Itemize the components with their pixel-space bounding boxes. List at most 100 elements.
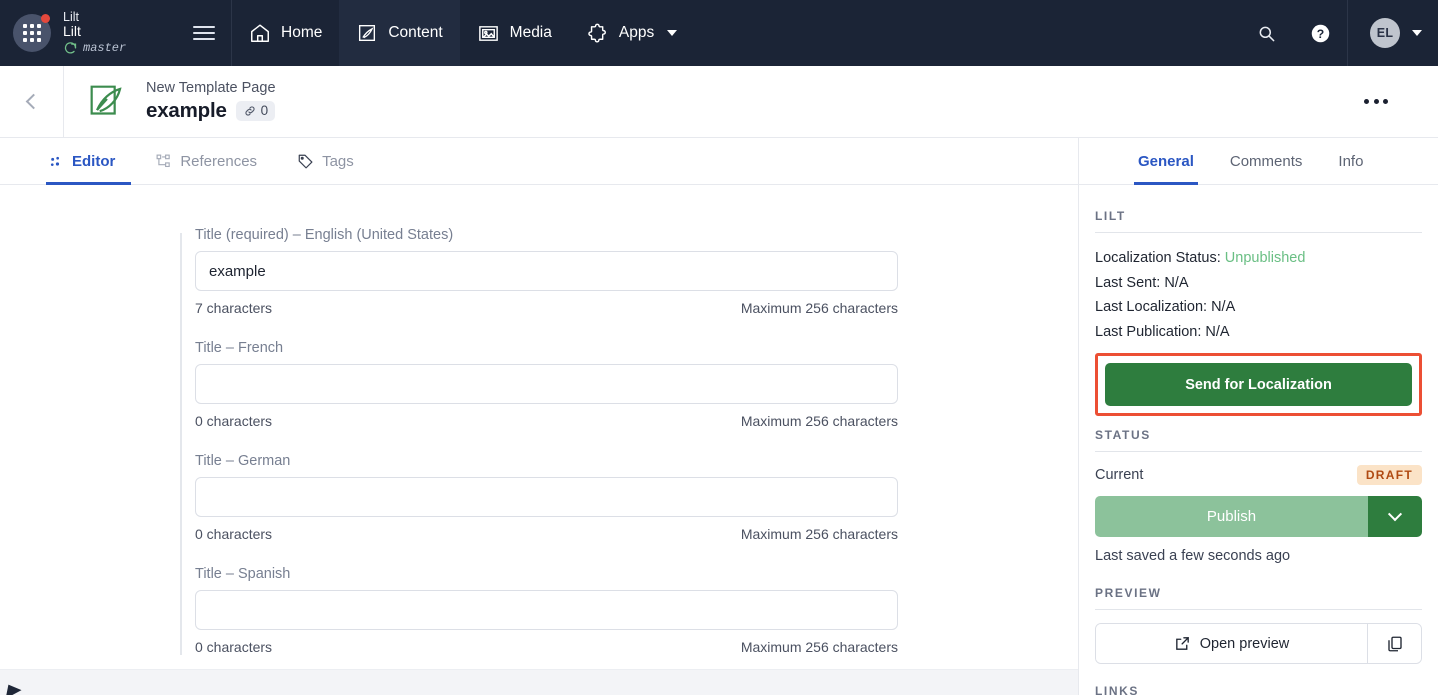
apps-grid-icon[interactable] <box>13 14 51 52</box>
publish-options-button[interactable] <box>1368 496 1422 537</box>
link-count-badge[interactable]: 0 <box>236 101 276 121</box>
tab-info[interactable]: Info <box>1334 153 1367 185</box>
spacer <box>1095 664 1422 684</box>
chevron-down-icon <box>1388 507 1402 521</box>
title-spanish-input[interactable] <box>195 590 898 630</box>
brand-project-label: Lilt <box>63 24 126 40</box>
field-meta: 0 characters Maximum 256 characters <box>195 526 898 542</box>
editor-form-scroll[interactable]: Title (required) – English (United State… <box>0 185 1078 695</box>
section-title-links: LINKS <box>1095 684 1422 695</box>
external-link-icon <box>1174 635 1191 652</box>
brand-text: Lilt Lilt master <box>63 10 126 56</box>
title-french-input[interactable] <box>195 364 898 404</box>
cursor-pointer-icon <box>0 680 21 695</box>
last-sent-line: Last Sent: N/A <box>1095 271 1422 296</box>
nav-item-media-label: Media <box>510 24 552 42</box>
section-title-status: STATUS <box>1095 428 1422 452</box>
current-status-label: Current <box>1095 467 1143 483</box>
preview-button-group: Open preview <box>1095 623 1422 664</box>
tab-editor[interactable]: Editor <box>46 153 131 185</box>
form-vertical-rail <box>180 233 182 655</box>
avatar: EL <box>1370 18 1400 48</box>
char-max: Maximum 256 characters <box>741 300 898 316</box>
copy-preview-link-button[interactable] <box>1367 624 1421 663</box>
primary-nav: Home Content Media <box>232 0 694 66</box>
field-label: Title (required) – English (United State… <box>195 227 898 243</box>
search-button[interactable] <box>1239 0 1293 66</box>
nav-item-media[interactable]: Media <box>460 0 569 66</box>
title-english-input[interactable] <box>195 251 898 291</box>
editor-tabstrip: Editor References Tags <box>0 138 1078 185</box>
tab-tags-label: Tags <box>322 153 354 170</box>
localization-status-line: Localization Status: Unpublished <box>1095 246 1422 271</box>
send-for-localization-button[interactable]: Send for Localization <box>1105 363 1412 406</box>
svg-text:?: ? <box>1316 26 1323 40</box>
sidebar-toggle-hamburger-icon[interactable] <box>193 26 215 40</box>
references-nodes-icon <box>155 153 172 170</box>
char-max: Maximum 256 characters <box>741 413 898 429</box>
topbar-spacer <box>694 0 1239 66</box>
field-title-spanish: Title – Spanish 0 characters Maximum 256… <box>195 566 898 655</box>
tab-general[interactable]: General <box>1134 153 1198 185</box>
field-title-english: Title (required) – English (United State… <box>195 227 898 316</box>
chevron-left-icon <box>26 94 42 110</box>
spacer <box>1095 564 1422 586</box>
nav-item-content-label: Content <box>388 24 442 42</box>
body-split: Editor References Tags <box>0 138 1438 695</box>
tab-comments[interactable]: Comments <box>1226 153 1307 185</box>
inspector-body: LILT Localization Status: Unpublished La… <box>1079 185 1438 695</box>
help-button[interactable]: ? <box>1293 0 1347 66</box>
page-title: example <box>146 99 227 124</box>
last-saved-note: Last saved a few seconds ago <box>1095 548 1422 564</box>
template-feather-icon <box>84 79 130 125</box>
notification-dot-icon <box>41 14 50 23</box>
nav-item-home-label: Home <box>281 24 322 42</box>
localization-status-value: Unpublished <box>1225 250 1306 266</box>
topbar-actions: ? EL <box>1239 0 1438 66</box>
branch-refresh-icon <box>63 41 78 56</box>
branch-row[interactable]: master <box>63 41 126 56</box>
search-icon <box>1257 24 1276 43</box>
publish-button[interactable]: Publish <box>1095 496 1368 537</box>
field-meta: 7 characters Maximum 256 characters <box>195 300 898 316</box>
tab-references-label: References <box>180 153 257 170</box>
publish-button-group: Publish <box>1095 496 1422 537</box>
page-kicker: New Template Page <box>146 80 276 97</box>
nav-item-apps[interactable]: Apps <box>569 0 694 66</box>
editor-footer-bar <box>0 669 1078 695</box>
title-german-input[interactable] <box>195 477 898 517</box>
field-title-french: Title – French 0 characters Maximum 256 … <box>195 340 898 429</box>
brand-zone[interactable]: Lilt Lilt master <box>0 0 231 66</box>
editor-pane: Editor References Tags <box>0 138 1079 695</box>
help-question-icon: ? <box>1310 23 1331 44</box>
tab-editor-label: Editor <box>72 153 115 170</box>
app-root: Lilt Lilt master Home <box>0 0 1438 695</box>
char-count: 0 characters <box>195 639 272 655</box>
puzzle-piece-icon <box>586 22 609 45</box>
link-icon <box>243 104 257 118</box>
section-title-preview: PREVIEW <box>1095 586 1422 610</box>
open-preview-button[interactable]: Open preview <box>1096 624 1367 663</box>
back-button[interactable] <box>0 66 64 138</box>
field-label: Title – German <box>195 453 898 469</box>
field-title-german: Title – German 0 characters Maximum 256 … <box>195 453 898 542</box>
tab-tags[interactable]: Tags <box>295 153 370 185</box>
send-for-localization-highlight: Send for Localization <box>1095 353 1422 416</box>
open-preview-label: Open preview <box>1200 636 1289 652</box>
char-count: 0 characters <box>195 413 272 429</box>
inspector-tabstrip: General Comments Info <box>1079 138 1438 185</box>
media-image-icon <box>477 22 500 45</box>
field-meta: 0 characters Maximum 256 characters <box>195 413 898 429</box>
field-meta: 0 characters Maximum 256 characters <box>195 639 898 655</box>
nav-item-home[interactable]: Home <box>232 0 339 66</box>
tab-references[interactable]: References <box>153 153 273 185</box>
chevron-down-icon <box>1412 30 1422 36</box>
kebab-more-icon[interactable] <box>1364 99 1388 104</box>
char-count: 7 characters <box>195 300 272 316</box>
user-menu[interactable]: EL <box>1347 0 1438 66</box>
chevron-down-icon <box>667 30 677 36</box>
char-count: 0 characters <box>195 526 272 542</box>
editor-dots-icon <box>48 154 64 170</box>
field-label: Title – Spanish <box>195 566 898 582</box>
nav-item-content[interactable]: Content <box>339 0 459 66</box>
